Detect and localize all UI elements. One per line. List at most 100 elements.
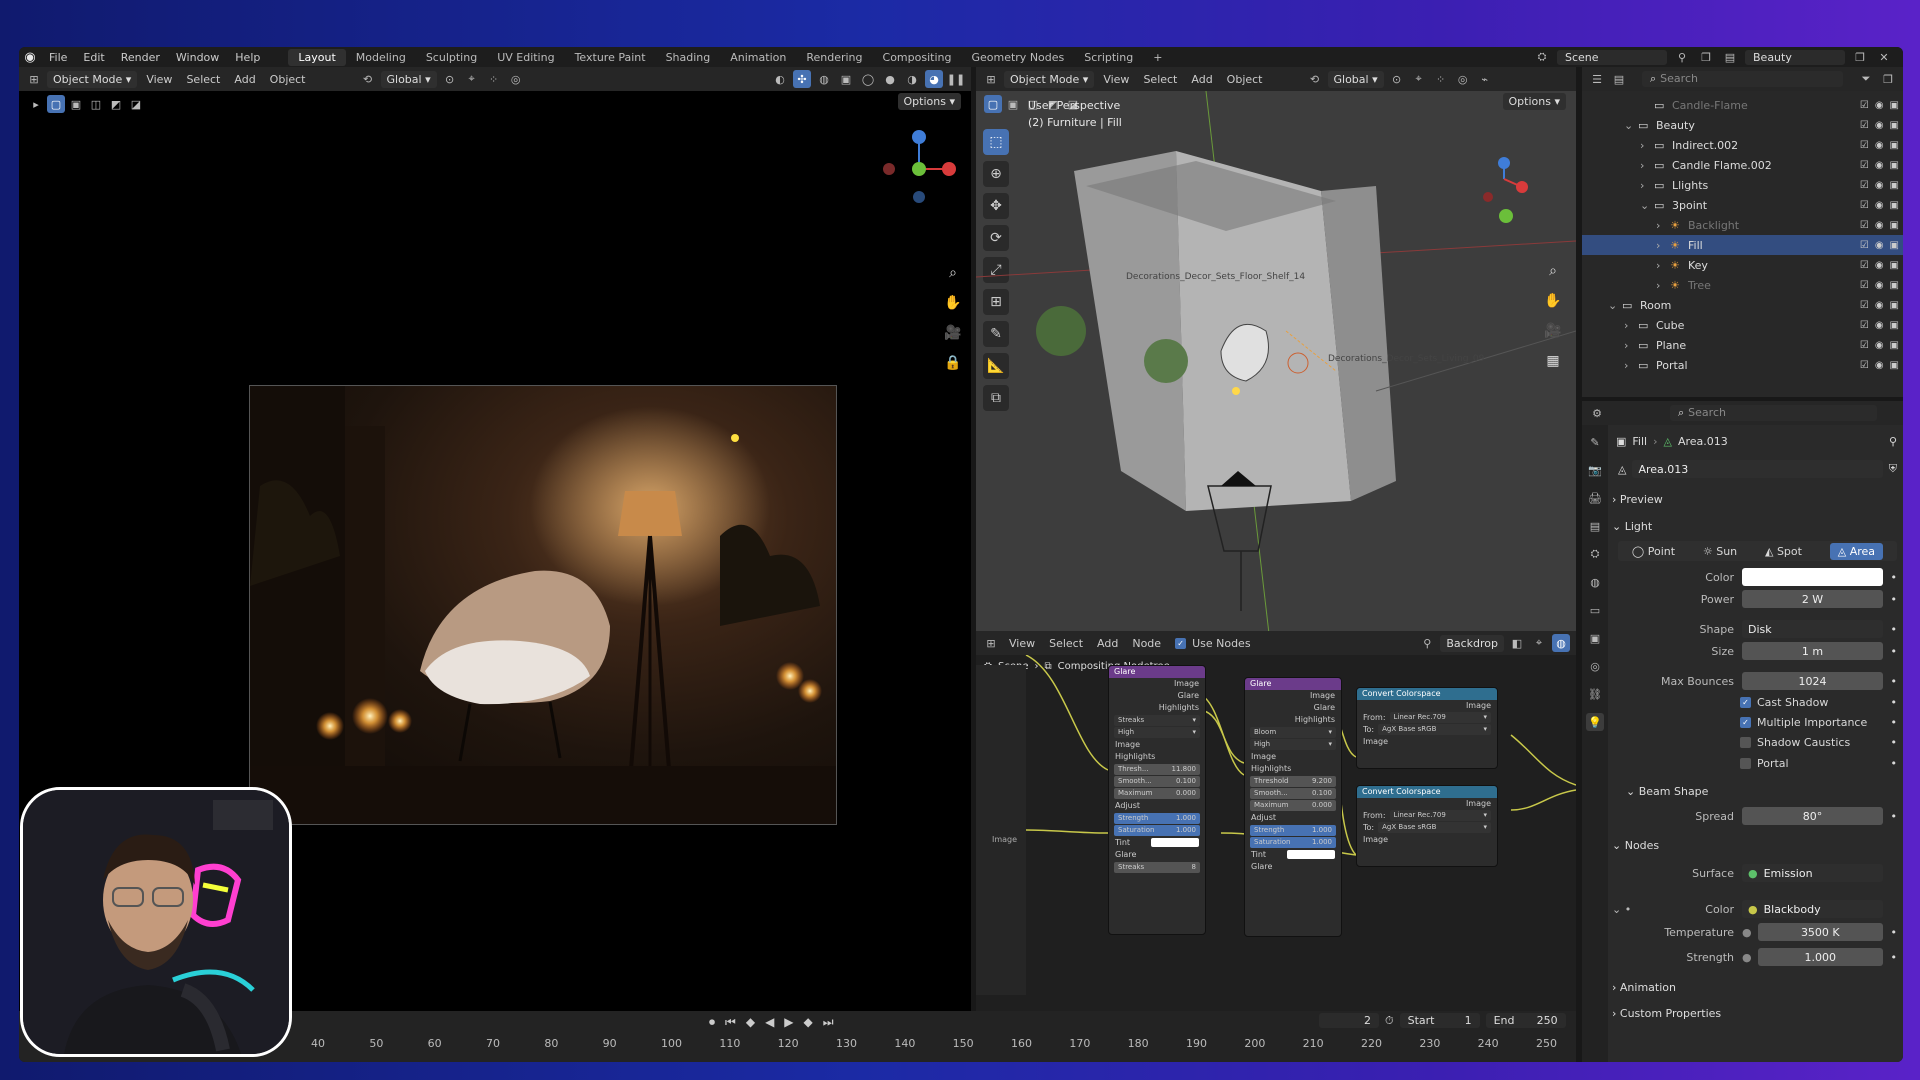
camera-icon[interactable]: ▣ [1890, 260, 1899, 271]
select-intersect-icon[interactable]: ◪ [127, 95, 145, 113]
chevron-down-icon[interactable]: ⌄ • [1612, 903, 1642, 916]
camera-view-icon[interactable]: 🎥 [941, 321, 965, 345]
camera-icon[interactable]: ▣ [1890, 200, 1899, 211]
camera-icon[interactable]: ▣ [1890, 180, 1899, 191]
stopwatch-icon[interactable]: ⏱ [1385, 1014, 1394, 1028]
light-type-point[interactable]: ◯ Point [1632, 545, 1675, 558]
tint-swatch[interactable] [1287, 850, 1335, 859]
quality-dropdown[interactable]: High ▾ [1250, 739, 1336, 750]
output-tab-icon[interactable]: 🖨 [1586, 489, 1604, 507]
view-layer-field[interactable]: Beauty [1745, 49, 1845, 65]
orientation-dropdown[interactable]: Global ▾ [1327, 70, 1384, 88]
eye-icon[interactable]: ◉ [1875, 120, 1884, 131]
eye-icon[interactable]: ◉ [1875, 260, 1884, 271]
keyframe-dot-icon[interactable]: • [1883, 645, 1898, 658]
pin-icon[interactable]: ⚲ [1673, 48, 1691, 66]
play-reverse-icon[interactable]: ◀ [765, 1015, 774, 1030]
maximum-field[interactable]: Maximum 0.000 [1250, 800, 1336, 811]
editor-type-icon[interactable]: ☰ [1588, 70, 1606, 88]
streaks-field[interactable]: Streaks 8 [1114, 862, 1200, 873]
editor-type-icon[interactable]: ⊞ [982, 70, 1000, 88]
convert-colorspace-node-1[interactable]: Convert Colorspace Image From: Linear Rec… [1356, 687, 1498, 769]
node-header[interactable]: Convert Colorspace [1357, 786, 1497, 798]
panel-light[interactable]: ⌄ Light [1612, 520, 1652, 533]
camera-view-icon[interactable]: 🎥 [1541, 319, 1565, 343]
checkbox-icon[interactable]: ☑ [1860, 180, 1869, 191]
overlay-toggle-icon[interactable]: ◍ [1552, 634, 1570, 652]
xray-icon[interactable]: ▣ [837, 70, 855, 88]
spread-field[interactable]: 80° [1742, 807, 1883, 825]
to-dropdown[interactable]: AgX Base sRGB ▾ [1378, 724, 1491, 735]
cast-shadow-row[interactable]: ✓ Cast Shadow • [1612, 692, 1897, 712]
eye-icon[interactable]: ◉ [1875, 140, 1884, 151]
current-frame-field[interactable]: 2 [1319, 1013, 1379, 1028]
checkbox-icon[interactable]: ☑ [1860, 320, 1869, 331]
node-header[interactable]: Convert Colorspace [1357, 688, 1497, 700]
menu-object[interactable]: Object [1222, 73, 1268, 86]
camera-icon[interactable]: ▣ [1890, 220, 1899, 231]
checkbox-icon[interactable]: ☑ [1860, 140, 1869, 151]
strength-field[interactable]: Strength 1.000 [1250, 825, 1336, 836]
glare-type-dropdown[interactable]: Streaks ▾ [1114, 715, 1200, 726]
panel-animation[interactable]: › Animation [1612, 981, 1676, 994]
end-frame-field[interactable]: End 250 [1485, 1013, 1566, 1028]
jump-end-icon[interactable]: ⏭ [823, 1015, 834, 1030]
to-dropdown[interactable]: AgX Base sRGB ▾ [1378, 822, 1491, 833]
eye-icon[interactable]: ◉ [1875, 280, 1884, 291]
menu-view[interactable]: View [1098, 73, 1134, 86]
properties-search[interactable]: ⌕ Search [1670, 405, 1877, 421]
outliner-row[interactable]: ▭ Candle-Flame ☑ ◉ ▣ [1582, 95, 1903, 115]
saturation-field[interactable]: Saturation 1.000 [1114, 825, 1200, 836]
outliner-row[interactable]: ⌄ ▭ Room ☑ ◉ ▣ [1582, 295, 1903, 315]
maximum-field[interactable]: Maximum 0.000 [1114, 788, 1200, 799]
menu-add[interactable]: Add [1092, 637, 1123, 650]
ortho-grid-icon[interactable]: ▦ [1541, 349, 1565, 373]
jump-start-icon[interactable]: ⏮ [725, 1015, 736, 1030]
pin-icon[interactable]: ⚲ [1418, 634, 1436, 652]
select-invert-icon[interactable]: ◩ [107, 95, 125, 113]
mode-dropdown[interactable]: Object Mode ▾ [47, 70, 138, 88]
expand-arrow-icon[interactable]: › [1656, 279, 1670, 292]
tab-sculpting[interactable]: Sculpting [416, 49, 487, 66]
surface-dropdown[interactable]: ● Emission [1742, 864, 1883, 882]
keyframe-dot-icon[interactable]: • [1883, 926, 1898, 939]
pin-icon[interactable]: ⚲ [1889, 435, 1897, 448]
keyframe-dot-icon[interactable]: • [1883, 675, 1898, 688]
outliner-row[interactable]: › ▭ Portal ☑ ◉ ▣ [1582, 355, 1903, 375]
select-new-icon[interactable]: ▢ [47, 95, 65, 113]
eye-icon[interactable]: ◉ [1875, 160, 1884, 171]
light-type-area[interactable]: ◬ Area [1829, 542, 1884, 560]
color-input-dropdown[interactable]: ● Blackbody [1742, 900, 1883, 918]
section-glare[interactable]: Glare [1109, 849, 1205, 861]
camera-icon[interactable]: ▣ [1890, 320, 1899, 331]
tint-swatch[interactable] [1151, 838, 1199, 847]
blender-logo-icon[interactable]: ◉ [19, 47, 41, 67]
tint-row[interactable]: Tint [1245, 849, 1341, 861]
section-highlights[interactable]: Highlights [1109, 751, 1205, 763]
eye-icon[interactable]: ◉ [1875, 300, 1884, 311]
eye-icon[interactable]: ◉ [1875, 100, 1884, 111]
datablock-field[interactable]: Area.013 [1632, 460, 1883, 478]
select-box-icon[interactable]: ▸ [27, 95, 45, 113]
outliner-row[interactable]: › ☀ Tree ☑ ◉ ▣ [1582, 275, 1903, 295]
eye-icon[interactable]: ◉ [1875, 320, 1884, 331]
new-collection-icon[interactable]: ❐ [1879, 70, 1897, 88]
camera-icon[interactable]: ▣ [1890, 100, 1899, 111]
tab-modeling[interactable]: Modeling [346, 49, 416, 66]
start-frame-field[interactable]: Start 1 [1399, 1013, 1480, 1028]
checkbox-icon[interactable]: ☑ [1860, 260, 1869, 271]
checkbox-icon[interactable]: ☑ [1860, 300, 1869, 311]
outliner-row[interactable]: › ☀ Key ☑ ◉ ▣ [1582, 255, 1903, 275]
proportional-edit-icon[interactable]: ◎ [507, 70, 525, 88]
constraints-tab-icon[interactable]: ⛓ [1586, 685, 1604, 703]
select-subtract-icon[interactable]: ◫ [87, 95, 105, 113]
tint-row[interactable]: Tint [1109, 837, 1205, 849]
jump-keyframe-back-icon[interactable]: ◆ [746, 1015, 755, 1030]
pivot-icon[interactable]: ⊙ [1388, 70, 1406, 88]
editor-type-icon[interactable]: ⊞ [982, 634, 1000, 652]
tab-rendering[interactable]: Rendering [796, 49, 872, 66]
menu-file[interactable]: File [41, 51, 75, 64]
editor-type-icon[interactable]: ⚙ [1588, 404, 1606, 422]
expand-arrow-icon[interactable]: › [1656, 219, 1670, 232]
use-nodes-toggle[interactable]: ✓ Use Nodes [1170, 637, 1256, 650]
